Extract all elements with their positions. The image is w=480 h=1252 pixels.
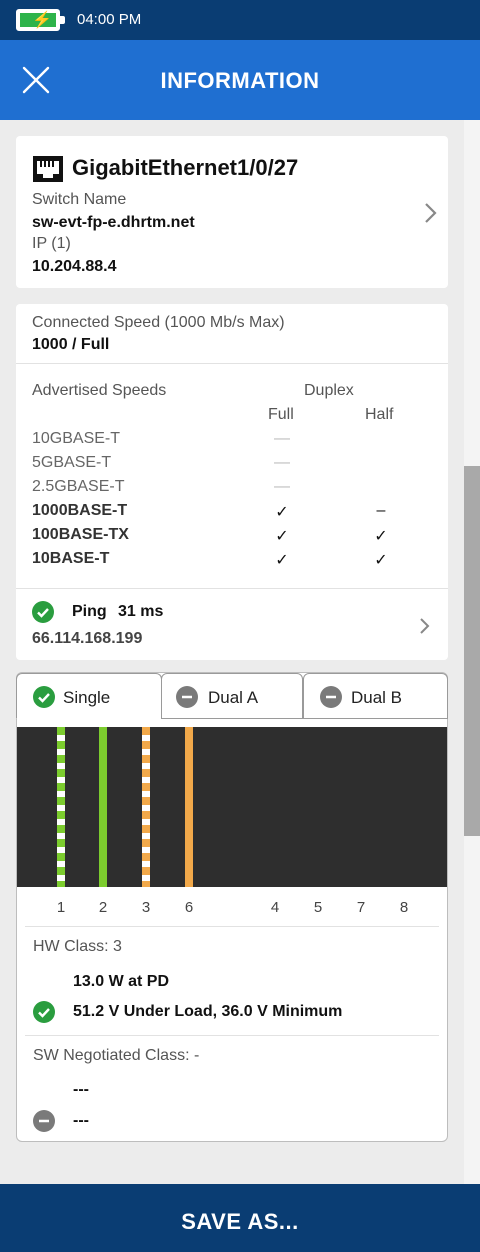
ping-ip: 66.114.168.199 xyxy=(32,630,143,647)
sw-line-2: --- xyxy=(73,1112,89,1129)
connected-speed-label: Connected Speed (1000 Mb/s Max) xyxy=(32,314,285,331)
ping-value: 31 ms xyxy=(118,603,164,620)
pin-label: 5 xyxy=(313,899,323,916)
half-mark: ✓ xyxy=(374,552,388,569)
minus-circle-icon xyxy=(33,1110,55,1132)
scrollbar[interactable] xyxy=(464,120,480,1184)
pin-label: 3 xyxy=(141,899,151,916)
divider xyxy=(16,363,448,364)
pin-label: 7 xyxy=(356,899,366,916)
hw-voltage-value: 51.2 V Under Load, 36.0 V Minimum xyxy=(73,1003,343,1020)
tab-label: Single xyxy=(63,688,111,707)
duplex-label: Duplex xyxy=(304,382,354,399)
ping-row[interactable]: Ping 31 ms 66.114.168.199 xyxy=(16,589,448,660)
full-mark: — xyxy=(274,430,290,447)
speed-row: 1000BASE-T xyxy=(32,502,128,519)
page-title: INFORMATION xyxy=(160,68,320,93)
pin-label: 1 xyxy=(56,899,66,916)
pin-label: 6 xyxy=(184,899,194,916)
wire-pin-1 xyxy=(57,727,65,887)
check-circle-icon xyxy=(33,1001,55,1023)
full-mark: — xyxy=(274,478,290,495)
poe-card: Single Dual A Dual B 1 2 3 6 4 5 7 8 HW … xyxy=(16,672,448,1142)
status-bar: ⚡ 04:00 PM xyxy=(0,0,480,40)
hw-power-value: 13.0 W at PD xyxy=(73,973,170,990)
tab-label: Dual A xyxy=(208,688,259,707)
save-as-label: SAVE AS... xyxy=(181,1209,299,1234)
port-name: GigabitEthernet1/0/27 xyxy=(72,155,299,180)
ping-label: Ping xyxy=(72,603,107,620)
battery-charging-icon: ⚡ xyxy=(16,9,65,31)
advertised-speeds-label: Advertised Speeds xyxy=(32,382,167,399)
switch-info-card[interactable]: GigabitEthernet1/0/27 Switch Name sw-evt… xyxy=(16,136,448,288)
pin-label: 8 xyxy=(399,899,409,916)
minus-circle-icon xyxy=(320,686,342,708)
speed-row: 2.5GBASE-T xyxy=(32,478,125,495)
save-as-button[interactable]: SAVE AS... xyxy=(0,1184,480,1252)
wire-pin-6 xyxy=(185,727,193,887)
speed-card: Connected Speed (1000 Mb/s Max) 1000 / F… xyxy=(16,304,448,660)
app-bar: INFORMATION xyxy=(0,40,480,120)
wire-pair-panel xyxy=(17,727,447,887)
divider xyxy=(25,1035,439,1036)
check-circle-icon xyxy=(32,601,54,623)
minus-circle-icon xyxy=(176,686,198,708)
hw-class-label: HW Class: 3 xyxy=(33,938,122,955)
half-mark: – xyxy=(376,502,386,519)
switch-name-value: sw-evt-fp-e.dhrtm.net xyxy=(32,214,195,231)
chevron-right-icon xyxy=(420,618,430,634)
half-mark: ✓ xyxy=(374,528,388,545)
wire-pin-2 xyxy=(99,727,107,887)
tab-dual-b[interactable]: Dual B xyxy=(303,673,448,719)
speed-row: 10GBASE-T xyxy=(32,430,121,447)
full-label: Full xyxy=(268,406,294,423)
switch-name-label: Switch Name xyxy=(32,191,127,208)
speed-row: 100BASE-TX xyxy=(32,526,129,543)
ip-value: 10.204.88.4 xyxy=(32,258,117,275)
connected-speed-value: 1000 / Full xyxy=(32,336,110,353)
sw-class-label: SW Negotiated Class: - xyxy=(33,1047,200,1064)
full-mark: — xyxy=(274,454,290,471)
speed-row: 10BASE-T xyxy=(32,550,110,567)
half-label: Half xyxy=(365,406,394,423)
sw-line-1: --- xyxy=(73,1081,89,1098)
tab-label: Dual B xyxy=(351,688,403,707)
pin-label: 4 xyxy=(270,899,280,916)
full-mark: ✓ xyxy=(275,552,289,569)
check-circle-icon xyxy=(33,686,55,708)
tab-dual-a[interactable]: Dual A xyxy=(161,673,303,719)
pin-label: 2 xyxy=(98,899,108,916)
divider xyxy=(25,926,439,927)
wire-pin-3 xyxy=(142,727,150,887)
clock: 04:00 PM xyxy=(77,11,142,28)
full-mark: ✓ xyxy=(275,504,289,521)
tab-single[interactable]: Single xyxy=(16,673,162,719)
ethernet-port-icon xyxy=(33,156,63,182)
ip-label: IP (1) xyxy=(32,235,71,252)
speed-row: 5GBASE-T xyxy=(32,454,112,471)
scrollbar-thumb[interactable] xyxy=(464,466,480,836)
chevron-right-icon xyxy=(425,203,437,223)
full-mark: ✓ xyxy=(275,528,289,545)
